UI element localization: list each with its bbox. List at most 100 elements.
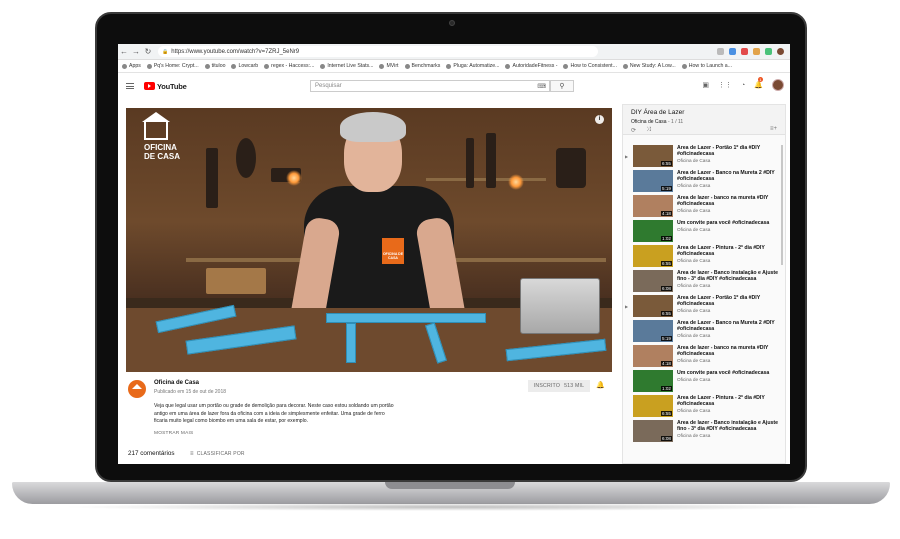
video-thumbnail[interactable]: 6:55	[633, 145, 673, 167]
playlist-controls: ⟳ ⤨	[631, 127, 651, 134]
search-button[interactable]: ⚲	[550, 80, 574, 92]
now-playing-arrow-icon: ▶	[625, 154, 629, 159]
bookmark-item[interactable]: How to Consistent...	[563, 63, 617, 69]
video-thumbnail[interactable]: 1:02	[633, 220, 673, 242]
playlist-item-title[interactable]: Um convite para você #oficinadecasa	[677, 220, 785, 226]
bookmark-favicon-icon	[146, 63, 152, 69]
video-thumbnail[interactable]: 6:55	[633, 245, 673, 267]
bookmark-item[interactable]: Pq's Home: Crypt...	[146, 63, 199, 69]
shirt-logo: OFICINA DE CASA	[382, 238, 404, 264]
playlist-item-title[interactable]: Área de Lazer - Portão 1º dia #DIY #ofic…	[677, 295, 785, 307]
video-thumbnail[interactable]: 5:19	[633, 170, 673, 192]
video-duration: 5:19	[661, 336, 672, 341]
bookmark-item[interactable]: Pluga: Automatize...	[446, 63, 499, 69]
forward-icon[interactable]: →	[130, 47, 142, 56]
extension-icon[interactable]	[753, 48, 760, 55]
blue-frame-piece	[346, 323, 356, 363]
playlist-item[interactable]: 6:08 Área de lazer - Banco instalação e A…	[623, 270, 785, 295]
video-thumbnail[interactable]: 6:08	[633, 270, 673, 292]
playlist-scrollbar[interactable]	[781, 145, 783, 265]
video-thumbnail[interactable]: 6:08	[633, 420, 673, 442]
channel-avatar[interactable]	[128, 380, 146, 398]
video-duration: 5:19	[661, 186, 672, 191]
messages-icon[interactable]: ◔	[741, 82, 745, 89]
presenter-hair	[340, 112, 406, 142]
sort-comments-button[interactable]: ≡ CLASSIFICAR POR	[190, 451, 245, 457]
notifications-icon[interactable]: 🔔 1	[754, 77, 763, 89]
video-thumbnail[interactable]: 4:18	[633, 345, 673, 367]
bookmark-item[interactable]: Benchmarks	[404, 63, 440, 69]
screen: ← → ↻ 🔒 https://www.youtube.com/watch?v=…	[118, 44, 790, 464]
playlist-item-channel: Oficina de Casa	[677, 227, 711, 232]
playlist-channel[interactable]: Oficina de Casa	[631, 119, 667, 125]
menu-icon[interactable]	[126, 83, 134, 89]
playlist-item[interactable]: ▶ 6:55 Área de Lazer - Portão 1º dia #DIY …	[623, 145, 785, 170]
user-avatar[interactable]	[772, 79, 784, 91]
loop-icon[interactable]: ⟳	[631, 127, 636, 134]
info-icon[interactable]: i	[595, 115, 604, 124]
bookmark-item[interactable]: New Study: A Low...	[622, 63, 676, 69]
create-video-icon[interactable]: ▣	[702, 81, 709, 89]
playlist-item-title[interactable]: Área de Lazer - Portão 1º dia #DIY #ofic…	[677, 145, 785, 157]
playlist-item[interactable]: 6:55 Área de Lazer - Pintura - 2ª dia #DI…	[623, 395, 785, 420]
video-thumbnail[interactable]: 5:19	[633, 320, 673, 342]
reload-icon[interactable]: ↻	[142, 47, 154, 56]
address-bar[interactable]: 🔒 https://www.youtube.com/watch?v=7ZRJ_5…	[158, 46, 598, 57]
star-icon[interactable]	[717, 48, 724, 55]
apps-grid-icon[interactable]: ⋮⋮	[718, 81, 732, 89]
playlist-item-title[interactable]: Área de lazer - banco na mureta #DIY #of…	[677, 345, 785, 357]
extension-icon[interactable]	[765, 48, 772, 55]
playlist-item[interactable]: 1:02 Um convite para você #oficinadecasa O…	[623, 370, 785, 395]
youtube-header: YouTube Pesquisar ⌨ ⚲ ▣ ⋮⋮ ◔ 🔔 1	[118, 73, 790, 99]
shuffle-icon[interactable]: ⤨	[646, 127, 651, 134]
playlist-item[interactable]: 1:02 Um convite para você #oficinadecasa O…	[623, 220, 785, 245]
playlist-item-title[interactable]: Área de Lazer - Banco na Mureta 2 #DIY #…	[677, 170, 785, 182]
bookmark-item[interactable]: regex - Haccess:...	[264, 63, 314, 69]
playlist-item[interactable]: 5:19 Área de Lazer - Banco na Mureta 2 #D…	[623, 170, 785, 195]
playlist-item[interactable]: 4:18 Área de lazer - banco na mureta #DIY…	[623, 195, 785, 220]
playlist-item-title[interactable]: Área de Lazer - Banco na Mureta 2 #DIY #…	[677, 320, 785, 332]
playlist-item-title[interactable]: Área de lazer - banco na mureta #DIY #of…	[677, 195, 785, 207]
playlist-item[interactable]: 5:19 Área de Lazer - Banco na Mureta 2 #D…	[623, 320, 785, 345]
blue-frame-piece	[326, 313, 486, 323]
playlist-item-title[interactable]: Um convite para você #oficinadecasa	[677, 370, 785, 376]
extension-icon[interactable]	[729, 48, 736, 55]
youtube-play-icon	[144, 82, 155, 90]
bell-icon[interactable]: 🔔	[596, 381, 605, 389]
playlist-item[interactable]: 4:18 Área de lazer - banco na mureta #DIY…	[623, 345, 785, 370]
search-input[interactable]: Pesquisar ⌨	[310, 80, 550, 92]
bookmark-item[interactable]: Internet Live Stats...	[320, 63, 373, 69]
sort-icon: ≡	[190, 451, 194, 457]
playlist-item-title[interactable]: Área de Lazer - Pintura - 2ª dia #DIY #o…	[677, 395, 785, 407]
save-playlist-icon[interactable]: ≡+	[770, 126, 777, 132]
back-icon[interactable]: ←	[118, 47, 130, 56]
playlist-item[interactable]: 6:08 Área de lazer - Banco instalação e A…	[623, 420, 785, 445]
video-thumbnail[interactable]: 6:55	[633, 295, 673, 317]
playlist-item-title[interactable]: Área de lazer - Banco instalação e Ajust…	[677, 270, 785, 282]
subscribe-button[interactable]: INSCRITO 513 MIL	[528, 380, 590, 392]
playlist-item-title[interactable]: Área de Lazer - Pintura - 2ª dia #DIY #o…	[677, 245, 785, 257]
playlist-title[interactable]: DIY Área de Lazer	[631, 109, 777, 116]
bookmark-item[interactable]: Lowcarb	[231, 63, 258, 69]
playlist-item-title[interactable]: Área de lazer - Banco instalação e Ajust…	[677, 420, 785, 432]
keyboard-icon[interactable]: ⌨	[537, 83, 546, 90]
playlist-item[interactable]: 6:55 Área de Lazer - Pintura - 2ª dia #DI…	[623, 245, 785, 270]
youtube-logo[interactable]: YouTube	[144, 82, 187, 91]
bookmark-item[interactable]: How to Launch a...	[681, 63, 732, 69]
profile-icon[interactable]	[777, 48, 784, 55]
video-thumbnail[interactable]: 4:18	[633, 195, 673, 217]
video-player[interactable]: OFICINA DE CASA OFICINA DE CASA i	[126, 108, 612, 372]
wall-tool	[556, 148, 586, 188]
publish-date: Publicado em 15 de out de 2018	[154, 389, 226, 395]
video-thumbnail[interactable]: 1:02	[633, 370, 673, 392]
bookmark-item[interactable]: tituloo	[204, 63, 225, 69]
video-thumbnail[interactable]: 6:55	[633, 395, 673, 417]
bookmark-item[interactable]: AutoridadeFitness -	[505, 63, 557, 69]
show-more-button[interactable]: MOSTRAR MAIS	[154, 431, 193, 436]
extension-icon[interactable]	[741, 48, 748, 55]
channel-name[interactable]: Oficina de Casa	[154, 380, 199, 386]
playlist-item[interactable]: ▶ 6:55 Área de Lazer - Portão 1º dia #DIY …	[623, 295, 785, 320]
bookmark-item[interactable]: MVirt	[379, 63, 399, 69]
bookmark-item[interactable]: Apps	[122, 63, 141, 69]
wall-tool	[466, 138, 474, 188]
